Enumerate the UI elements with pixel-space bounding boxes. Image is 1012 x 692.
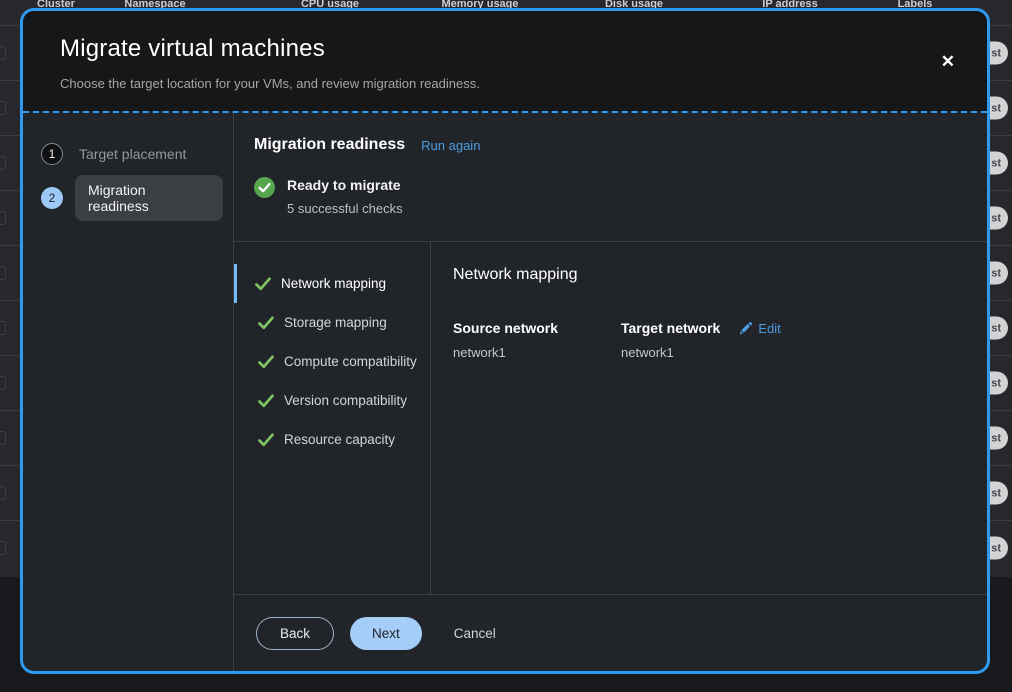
step-1-label: Target placement xyxy=(75,139,190,169)
migrate-vm-modal: Migrate virtual machines Choose the targ… xyxy=(20,8,990,674)
row-checkbox xyxy=(0,266,6,280)
wizard-body: 1 Target placement 2 Migration readiness… xyxy=(23,111,987,671)
readiness-status: Ready to migrate 5 successful checks xyxy=(254,177,963,216)
check-detail-panel: Network mapping Source network network1 … xyxy=(431,242,987,594)
readiness-header: Migration readiness Run again Ready to m… xyxy=(234,113,987,241)
row-checkbox xyxy=(0,486,6,500)
check-icon xyxy=(255,277,271,291)
check-item-label: Version compatibility xyxy=(284,393,407,408)
check-item-label: Resource capacity xyxy=(284,432,395,447)
modal-description: Choose the target location for your VMs,… xyxy=(60,76,963,91)
source-network-value: network1 xyxy=(453,345,621,360)
readiness-title: Migration readiness xyxy=(254,136,405,154)
status-subtitle: 5 successful checks xyxy=(287,201,403,216)
row-checkbox xyxy=(0,211,6,225)
target-network-value: network1 xyxy=(621,345,963,360)
wizard-footer: Back Next Cancel xyxy=(234,595,987,671)
check-item-network-mapping[interactable]: Network mapping xyxy=(234,264,430,303)
check-item-label: Network mapping xyxy=(281,276,386,291)
wizard-nav: 1 Target placement 2 Migration readiness xyxy=(23,113,234,671)
check-item-storage-mapping[interactable]: Storage mapping xyxy=(234,303,430,342)
run-again-link[interactable]: Run again xyxy=(421,138,480,153)
status-success-icon xyxy=(254,177,275,216)
detail-title: Network mapping xyxy=(453,266,963,284)
edit-target-network-button[interactable]: Edit xyxy=(739,321,780,336)
row-checkbox xyxy=(0,541,6,555)
check-item-compute-compatibility[interactable]: Compute compatibility xyxy=(234,342,430,381)
check-icon xyxy=(258,316,274,330)
row-checkbox xyxy=(0,46,6,60)
source-network-field: Source network network1 xyxy=(453,320,621,360)
target-network-field: Target network Edit network1 xyxy=(621,320,963,360)
step-2-indicator: 2 xyxy=(41,187,63,209)
row-checkbox xyxy=(0,431,6,445)
readiness-checklist: Network mapping Storage mapping Compute … xyxy=(234,242,431,594)
edit-label: Edit xyxy=(758,321,780,336)
cancel-button[interactable]: Cancel xyxy=(454,617,496,650)
row-checkbox xyxy=(0,376,6,390)
next-button[interactable]: Next xyxy=(350,617,422,650)
close-icon: ✕ xyxy=(941,52,955,71)
wizard-step-migration-readiness[interactable]: 2 Migration readiness xyxy=(41,175,223,221)
row-checkbox xyxy=(0,156,6,170)
wizard-main: Migration readiness Run again Ready to m… xyxy=(234,113,987,671)
check-item-label: Compute compatibility xyxy=(284,354,417,369)
modal-title: Migrate virtual machines xyxy=(60,35,963,63)
modal-header: Migrate virtual machines Choose the targ… xyxy=(23,11,987,111)
step-2-label: Migration readiness xyxy=(75,175,223,221)
close-button[interactable]: ✕ xyxy=(935,47,961,76)
row-checkbox xyxy=(0,101,6,115)
check-icon xyxy=(258,355,274,369)
check-item-label: Storage mapping xyxy=(284,315,387,330)
check-icon xyxy=(258,433,274,447)
check-item-resource-capacity[interactable]: Resource capacity xyxy=(234,420,430,459)
readiness-panel: Network mapping Storage mapping Compute … xyxy=(234,241,987,595)
source-network-label: Source network xyxy=(453,320,621,336)
target-network-label: Target network xyxy=(621,320,720,336)
check-icon xyxy=(258,394,274,408)
pencil-icon xyxy=(739,322,752,335)
back-button[interactable]: Back xyxy=(256,617,334,650)
wizard-step-target-placement[interactable]: 1 Target placement xyxy=(41,139,223,169)
check-item-version-compatibility[interactable]: Version compatibility xyxy=(234,381,430,420)
step-1-indicator: 1 xyxy=(41,143,63,165)
status-title: Ready to migrate xyxy=(287,177,403,193)
row-checkbox xyxy=(0,321,6,335)
